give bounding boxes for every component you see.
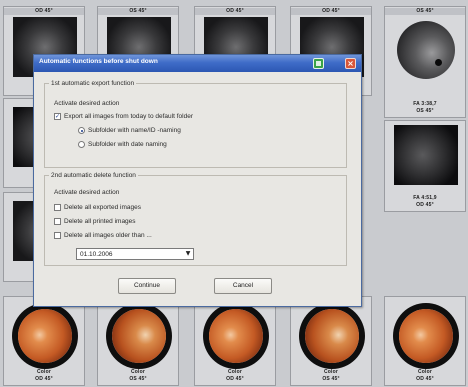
fundus-image [399, 309, 453, 363]
delete-printed-checkbox[interactable] [54, 218, 61, 225]
tile-label: OD 45° [291, 8, 371, 15]
tile-caption: OD 45° [416, 376, 434, 382]
dialog-title: Automatic functions before shut down [39, 58, 158, 65]
tile-caption: FA 3:38,7 [413, 101, 437, 107]
delete-older-checkbox[interactable] [54, 232, 61, 239]
image-tile[interactable]: Color OD 45° [3, 296, 85, 386]
fundus-image [112, 309, 166, 363]
fundus-image [209, 309, 263, 363]
cancel-button[interactable]: Cancel [214, 278, 272, 294]
image-tile[interactable]: OS 45° FA 3:38,7 OS 45° [384, 6, 466, 118]
subfolder-name-id-radio[interactable] [78, 127, 85, 134]
tile-caption: OS 45° [322, 376, 340, 382]
fundus-image [394, 125, 458, 185]
tile-label: OD 45° [4, 8, 84, 15]
shutdown-functions-dialog: Automatic functions before shut down × 1… [33, 54, 362, 307]
image-tile[interactable]: Color OD 45° [194, 296, 276, 386]
dialog-titlebar[interactable]: Automatic functions before shut down × [34, 55, 361, 72]
tile-caption: OS 45° [129, 376, 147, 382]
continue-button[interactable]: Continue [118, 278, 176, 294]
export-function-group: 1st automatic export function [44, 80, 347, 168]
delete-activate-label: Activate desired action [54, 189, 120, 196]
export-all-label: Export all images from today to default … [64, 113, 193, 120]
export-group-legend: 1st automatic export function [51, 80, 135, 87]
tile-caption: Color [36, 369, 52, 375]
tile-label: OS 45° [385, 8, 465, 15]
fundus-image [305, 309, 359, 363]
subfolder-date-radio[interactable] [78, 141, 85, 148]
image-tile[interactable]: Color OD 45° [384, 296, 466, 386]
subfolder-date-label: Subfolder with date naming [88, 141, 167, 148]
chevron-down-icon[interactable]: ▼ [184, 250, 192, 258]
tile-label: OS 45° [98, 8, 178, 15]
help-icon[interactable] [313, 58, 324, 69]
tile-caption: OS 45° [416, 108, 434, 114]
delete-exported-label: Delete all exported images [64, 204, 141, 211]
tile-caption: OD 45° [226, 376, 244, 382]
tile-caption: FA 4:51,9 [413, 195, 437, 201]
export-all-checkbox[interactable]: ✓ [54, 113, 61, 120]
fundus-image [397, 21, 455, 79]
tile-caption: Color [417, 369, 433, 375]
subfolder-name-id-label: Subfolder with name/ID -naming [88, 127, 181, 134]
tile-caption: Color [227, 369, 243, 375]
tile-caption: OD 45° [416, 202, 434, 208]
date-dropdown-value: 01.10.2006 [80, 251, 113, 258]
image-tile[interactable]: Color OS 45° [290, 296, 372, 386]
tile-caption: Color [130, 369, 146, 375]
delete-older-label: Delete all images older than ... [64, 232, 152, 239]
tile-caption: Color [323, 369, 339, 375]
delete-group-legend: 2nd automatic delete function [51, 172, 136, 179]
image-tile[interactable]: Color OS 45° [97, 296, 179, 386]
tile-label: OD 45° [195, 8, 275, 15]
delete-printed-label: Delete all printed images [64, 218, 136, 225]
delete-exported-checkbox[interactable] [54, 204, 61, 211]
export-activate-label: Activate desired action [54, 100, 120, 107]
image-tile[interactable]: FA 4:51,9 OD 45° [384, 120, 466, 212]
tile-caption: OD 45° [35, 376, 53, 382]
close-icon[interactable]: × [345, 58, 356, 69]
date-dropdown[interactable]: 01.10.2006 ▼ [76, 248, 194, 260]
fundus-image [18, 309, 72, 363]
